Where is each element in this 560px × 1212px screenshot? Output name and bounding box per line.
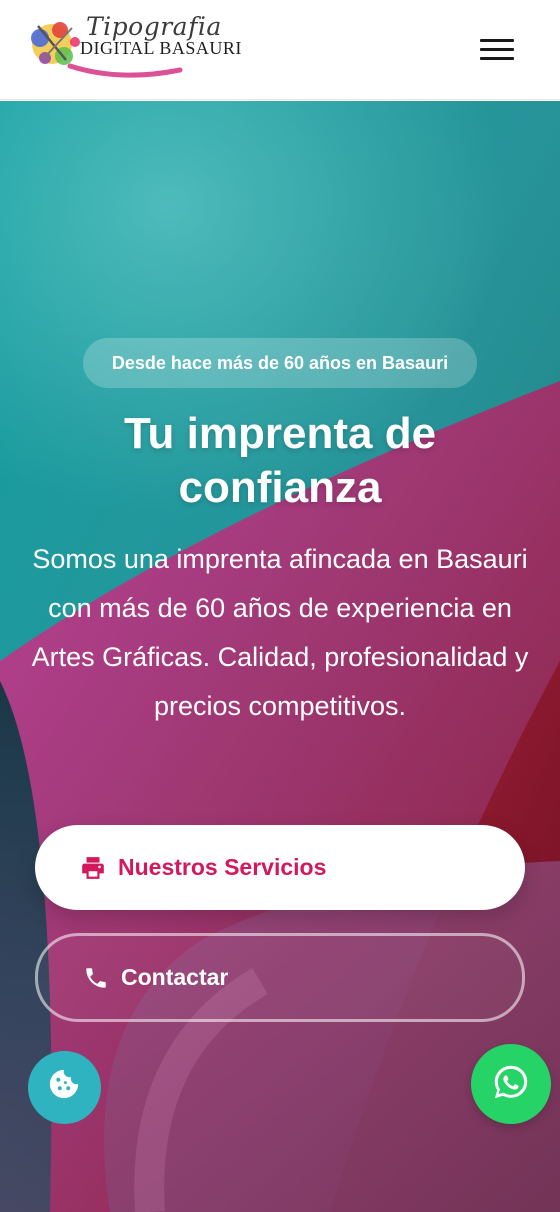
phone-icon	[83, 965, 109, 991]
printer-icon	[80, 855, 106, 881]
site-header: Tipografia DIGITAL BASAURI	[0, 0, 560, 100]
hero-section: Desde hace más de 60 años en Basauri Tu …	[0, 101, 560, 1212]
whatsapp-icon	[494, 1065, 528, 1099]
services-button[interactable]: Nuestros Servicios	[35, 825, 525, 910]
cookie-icon	[49, 1069, 79, 1099]
logo-line-2: DIGITAL BASAURI	[80, 38, 242, 58]
whatsapp-button[interactable]	[471, 1044, 551, 1124]
hero-description: Somos una imprenta afincada en Basauri c…	[31, 544, 529, 721]
logo-line-1: Tipografia	[86, 12, 222, 41]
hero-title: Tu imprenta de confianza	[123, 409, 437, 512]
hero-eyebrow-badge: Desde hace más de 60 años en Basauri	[83, 338, 477, 388]
contact-button[interactable]: Contactar	[35, 933, 525, 1022]
hero-content: Desde hace más de 60 años en Basauri Tu …	[0, 101, 560, 1212]
cookie-settings-button[interactable]	[28, 1051, 101, 1124]
services-button-label: Nuestros Servicios	[118, 854, 327, 880]
hamburger-menu-icon[interactable]	[476, 34, 518, 66]
contact-button-label: Contactar	[121, 964, 229, 990]
site-logo[interactable]: Tipografia DIGITAL BASAURI	[30, 8, 241, 84]
